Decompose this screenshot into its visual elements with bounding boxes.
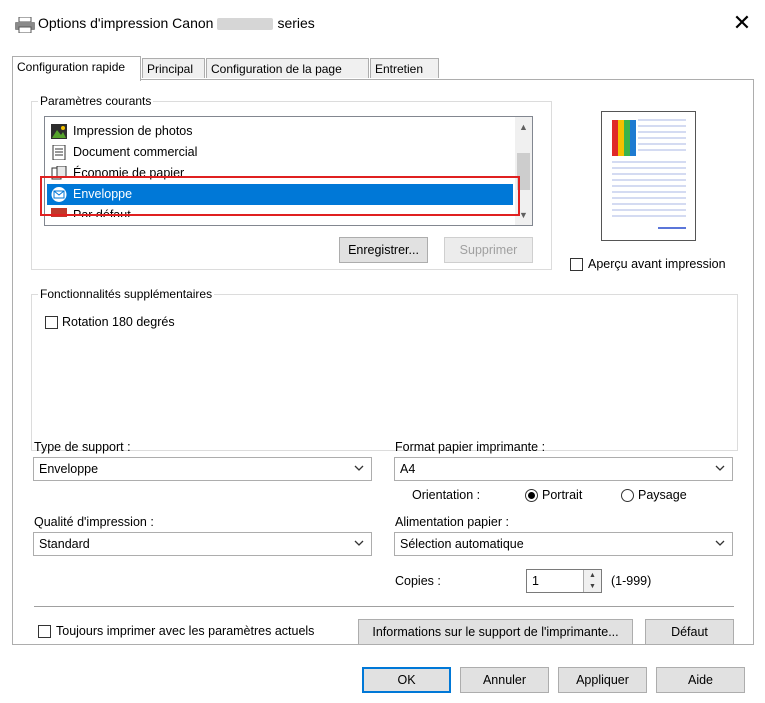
copies-range: (1-999) xyxy=(611,574,652,588)
document-icon xyxy=(52,145,66,160)
apply-button[interactable]: Appliquer xyxy=(558,667,647,693)
tab-main[interactable]: Principal xyxy=(142,58,205,78)
current-settings-legend: Paramètres courants xyxy=(38,94,154,108)
orientation-label: Orientation : xyxy=(412,488,481,502)
list-item-paper-saving[interactable]: Économie de papier xyxy=(47,163,513,184)
title-bar: Options d'impression Canon series ✕ xyxy=(0,0,765,46)
tab-page-setup[interactable]: Configuration de la page xyxy=(206,58,369,78)
portrait-radio[interactable] xyxy=(525,489,538,502)
chevron-down-icon xyxy=(354,465,364,471)
scroll-up-icon[interactable]: ▲ xyxy=(515,119,532,135)
preview-checkbox-label: Aperçu avant impression xyxy=(588,257,726,271)
printer-icon xyxy=(15,17,35,33)
additional-features-legend: Fonctionnalités supplémentaires xyxy=(38,287,215,301)
envelope-icon xyxy=(51,187,67,202)
always-print-label: Toujours imprimer avec les paramètres ac… xyxy=(56,624,315,638)
paper-saving-icon xyxy=(51,166,67,180)
scroll-thumb[interactable] xyxy=(517,153,530,190)
separator xyxy=(34,606,734,607)
chevron-down-icon xyxy=(715,540,725,546)
defaults-button[interactable]: Défaut xyxy=(645,619,734,645)
paper-source-select[interactable]: Sélection automatique xyxy=(394,532,733,556)
preview-page-graphic xyxy=(612,119,686,229)
scroll-down-icon[interactable]: ▼ xyxy=(515,207,532,223)
print-quality-label: Qualité d'impression : xyxy=(34,515,154,529)
increment-icon[interactable]: ▲ xyxy=(584,570,601,581)
delete-button[interactable]: Supprimer xyxy=(444,237,533,263)
list-item-business-document[interactable]: Document commercial xyxy=(47,142,513,163)
landscape-label: Paysage xyxy=(638,488,687,502)
always-print-checkbox[interactable] xyxy=(38,625,51,638)
list-item-envelope[interactable]: Enveloppe xyxy=(47,184,513,205)
list-item-default[interactable]: Par défaut xyxy=(47,205,513,217)
help-button[interactable]: Aide xyxy=(656,667,745,693)
current-settings-list[interactable]: Impression de photos Document commercial… xyxy=(44,116,533,226)
list-scrollbar[interactable]: ▲ ▼ xyxy=(515,117,532,225)
paper-source-label: Alimentation papier : xyxy=(395,515,509,529)
copies-label: Copies : xyxy=(395,574,441,588)
rotate-180-checkbox[interactable] xyxy=(45,316,58,329)
portrait-label: Portrait xyxy=(542,488,583,502)
chevron-down-icon xyxy=(354,540,364,546)
media-type-label: Type de support : xyxy=(34,440,131,454)
decrement-icon[interactable]: ▼ xyxy=(584,581,601,592)
media-info-button[interactable]: Informations sur le support de l'imprima… xyxy=(358,619,633,645)
list-item-photo[interactable]: Impression de photos xyxy=(47,121,513,142)
copies-stepper[interactable]: 1 ▲ ▼ xyxy=(526,569,602,593)
photo-icon xyxy=(51,124,67,139)
landscape-radio[interactable] xyxy=(621,489,634,502)
redacted-model-name xyxy=(217,18,274,31)
ok-button[interactable]: OK xyxy=(362,667,451,693)
rotate-180-label: Rotation 180 degrés xyxy=(62,315,175,329)
tab-maintenance[interactable]: Entretien xyxy=(370,58,439,78)
paper-size-select[interactable]: A4 xyxy=(394,457,733,481)
default-icon xyxy=(51,208,67,217)
cancel-button[interactable]: Annuler xyxy=(460,667,549,693)
print-preview xyxy=(601,111,696,241)
save-button[interactable]: Enregistrer... xyxy=(339,237,428,263)
paper-size-label: Format papier imprimante : xyxy=(395,440,546,454)
preview-checkbox[interactable] xyxy=(570,258,583,271)
chevron-down-icon xyxy=(715,465,725,471)
media-type-select[interactable]: Enveloppe xyxy=(33,457,372,481)
print-quality-select[interactable]: Standard xyxy=(33,532,372,556)
close-button[interactable]: ✕ xyxy=(728,9,756,37)
tab-quick-setup[interactable]: Configuration rapide xyxy=(12,56,141,81)
window-title: Options d'impression Canon series xyxy=(38,15,315,31)
